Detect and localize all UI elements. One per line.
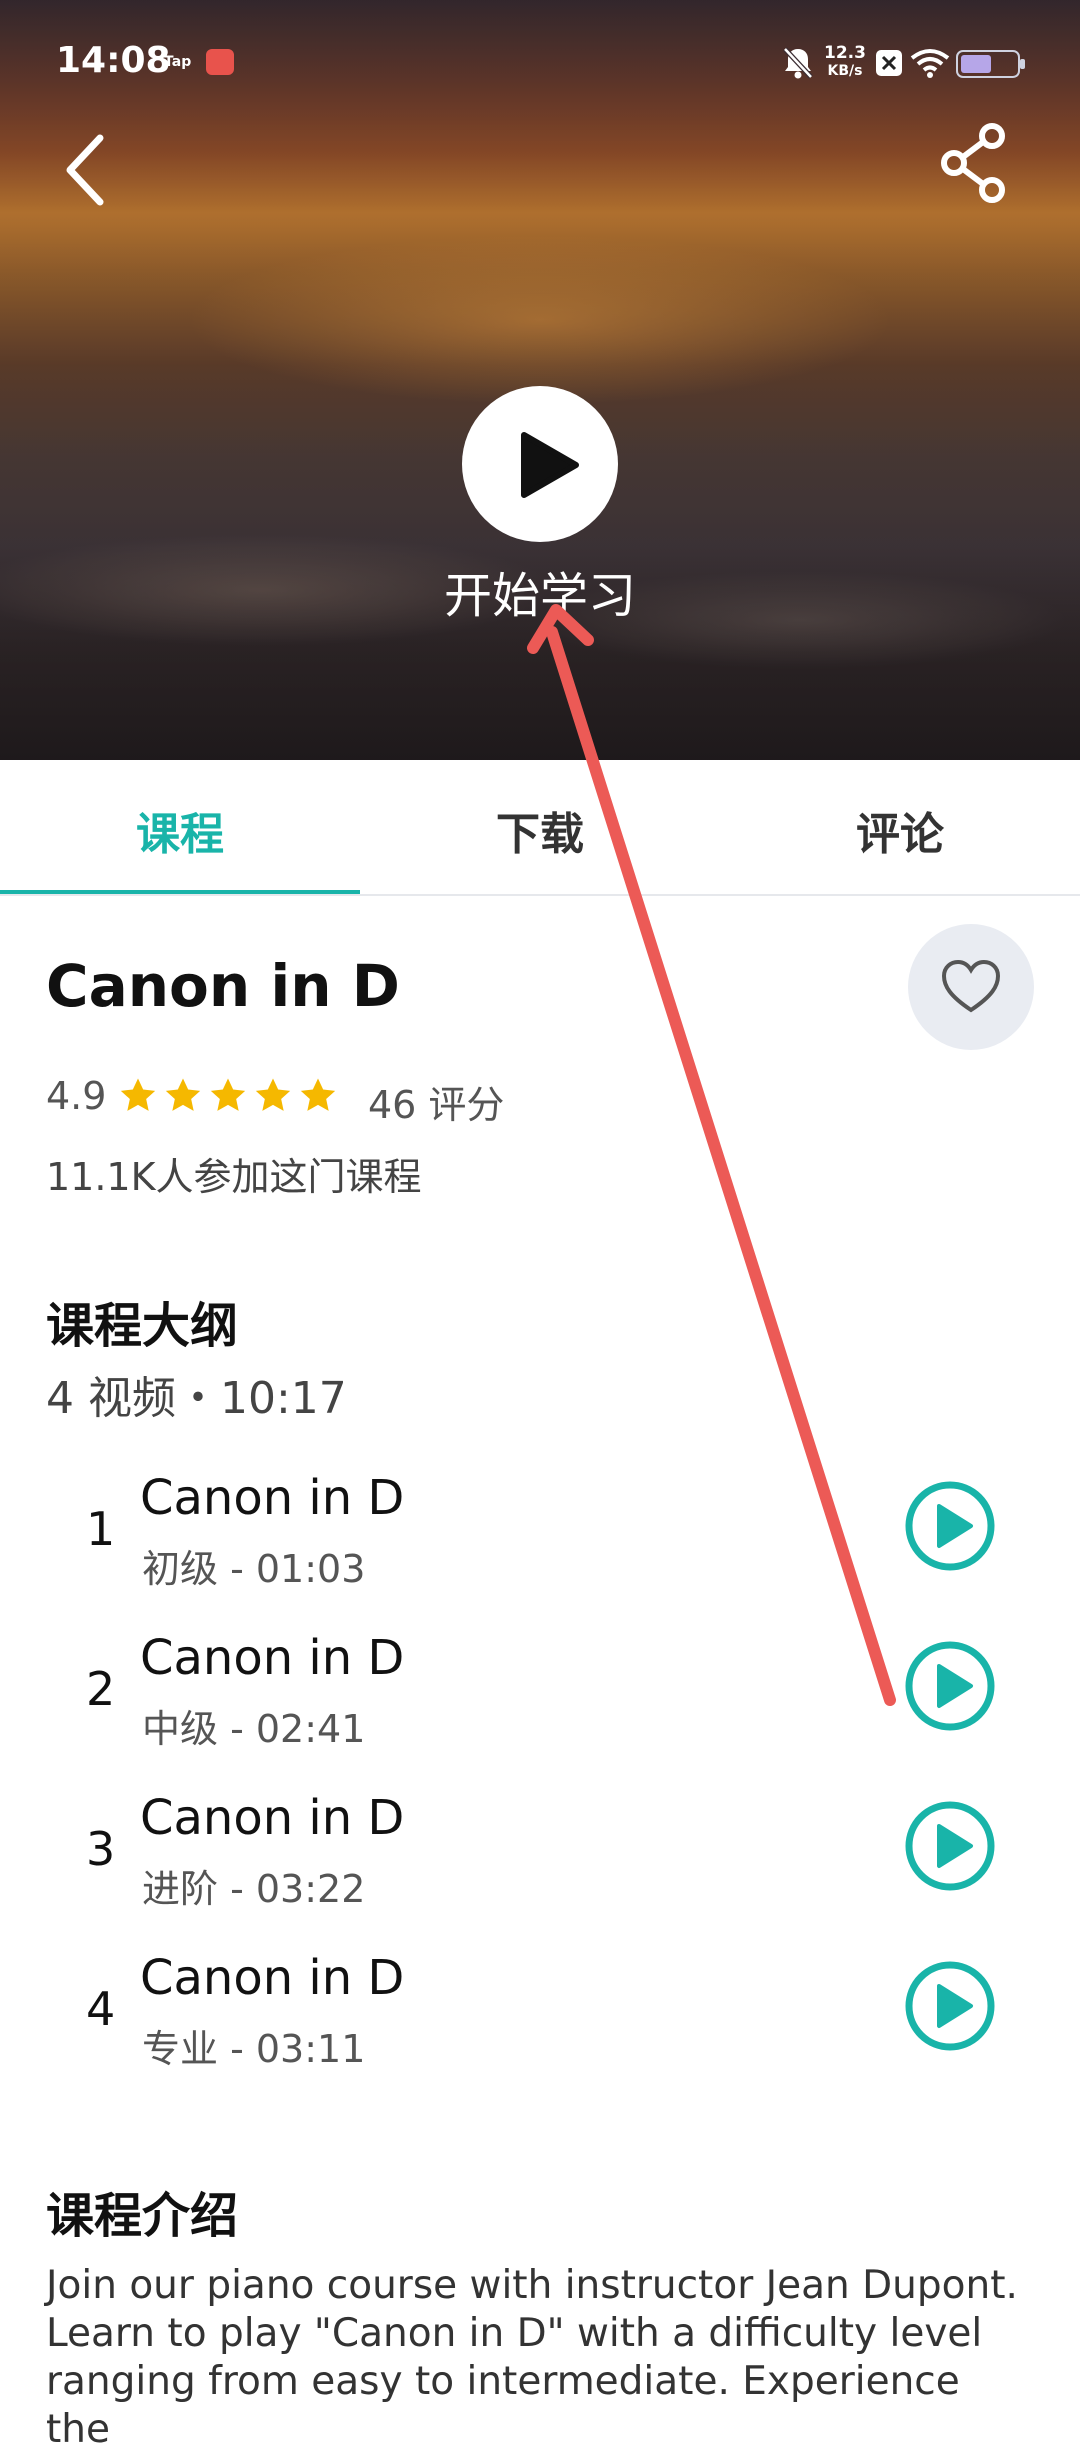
lesson-index: 3 [86, 1822, 116, 1876]
lesson-play-icon[interactable] [904, 1800, 996, 1892]
star-icon [165, 1078, 201, 1111]
star-icon [120, 1078, 156, 1111]
lesson-item[interactable]: 4 Canon in D 专业 - 03:11 [0, 1936, 1080, 2076]
intro-text: Join our piano course with instructor Je… [46, 2263, 1018, 2452]
rating-count: 46 评分 [368, 1083, 505, 1127]
share-icon[interactable] [938, 122, 1010, 204]
lesson-level-duration: 初级 - 01:03 [142, 1547, 366, 1591]
status-time: 14:08 [56, 40, 171, 81]
star-icon [255, 1078, 291, 1111]
intro-title: 课程介绍 [46, 2188, 239, 2244]
net-speed-value: 12.3 [824, 43, 866, 63]
tab-active-indicator [0, 890, 360, 894]
back-arrow-icon[interactable] [60, 130, 116, 210]
lesson-name: Canon in D [140, 1950, 405, 2006]
lesson-play-icon[interactable] [904, 1480, 996, 1572]
lesson-item[interactable]: 1 Canon in D 初级 - 01:03 [0, 1456, 1080, 1596]
tab-bar: 课程 下载 评论 [0, 760, 1080, 896]
star-icon [300, 1078, 336, 1111]
status-bar: 14:08 Tap 12.3 KB/s [0, 0, 1080, 120]
lesson-index: 4 [86, 1982, 116, 2036]
tap-app-icon: Tap [164, 54, 192, 70]
lesson-name: Canon in D [140, 1790, 405, 1846]
tab-download[interactable]: 下载 [360, 798, 720, 862]
x-app-icon [876, 50, 902, 76]
start-learning-label[interactable]: 开始学习 [0, 556, 1080, 626]
lesson-index: 2 [86, 1662, 116, 1716]
heart-icon [941, 959, 1001, 1013]
lesson-index: 1 [86, 1502, 116, 1556]
lesson-item[interactable]: 2 Canon in D 中级 - 02:41 [0, 1616, 1080, 1756]
syllabus-title: 课程大纲 [46, 1298, 239, 1354]
course-title: Canon in D [46, 952, 400, 1020]
wifi-icon [910, 49, 950, 78]
syllabus-meta: 4 视频・10:17 [46, 1373, 347, 1424]
rating-stars [118, 1076, 348, 1116]
start-play-button[interactable] [462, 386, 618, 542]
lesson-name: Canon in D [140, 1630, 405, 1686]
lesson-level-duration: 进阶 - 03:22 [142, 1867, 366, 1911]
play-icon [521, 432, 579, 498]
battery-icon [956, 50, 1025, 78]
app-notification-icon [206, 49, 234, 75]
favorite-button[interactable] [908, 924, 1034, 1050]
tab-comments[interactable]: 评论 [720, 798, 1080, 862]
net-speed-unit: KB/s [827, 63, 863, 79]
rating-value: 4.9 [46, 1074, 107, 1118]
participants-count: 11.1K人参加这门课程 [46, 1155, 422, 1199]
lesson-play-icon[interactable] [904, 1960, 996, 2052]
lesson-name: Canon in D [140, 1470, 405, 1526]
tab-course[interactable]: 课程 [0, 798, 360, 862]
lesson-item[interactable]: 3 Canon in D 进阶 - 03:22 [0, 1776, 1080, 1916]
lesson-level-duration: 专业 - 03:11 [142, 2027, 366, 2071]
net-speed: 12.3 KB/s [822, 44, 868, 80]
mute-bell-icon [783, 47, 813, 79]
lesson-level-duration: 中级 - 02:41 [142, 1707, 366, 1751]
star-icon [210, 1078, 246, 1111]
lesson-play-icon[interactable] [904, 1640, 996, 1732]
